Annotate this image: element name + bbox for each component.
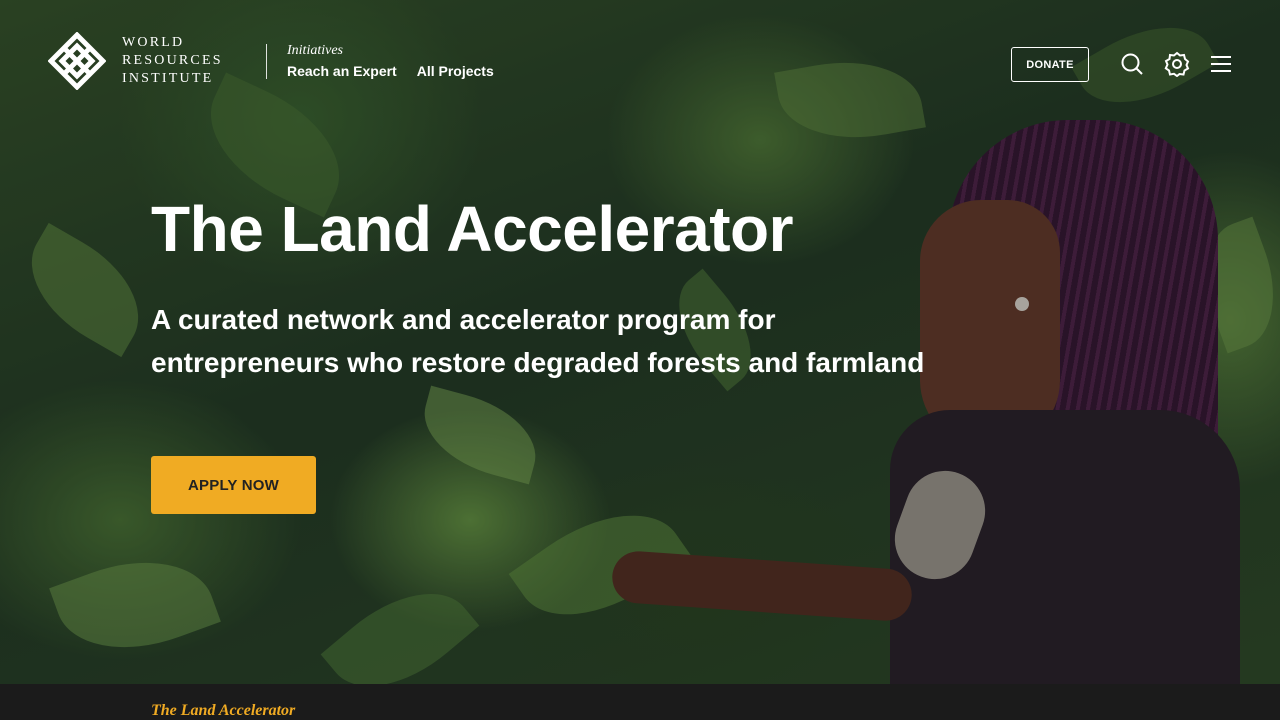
page-subtitle: A curated network and accelerator progra… [151, 304, 925, 378]
donate-button[interactable]: DONATE [1011, 47, 1089, 82]
page-title: The Land Accelerator [151, 193, 794, 265]
nav-reach-an-expert[interactable]: Reach an Expert [287, 63, 397, 79]
site-header: WORLD RESOURCES INSTITUTE Initiatives Re… [0, 0, 1280, 120]
section-nav-title[interactable]: The Land Accelerator [151, 702, 295, 720]
wri-logo-icon [48, 32, 106, 90]
header-divider [266, 44, 267, 79]
apply-now-button[interactable]: APPLY NOW [151, 456, 316, 514]
settings-icon[interactable] [1164, 51, 1190, 77]
section-nav-bar: The Land Accelerator [0, 684, 1280, 720]
search-icon[interactable] [1119, 51, 1145, 77]
menu-icon[interactable] [1208, 51, 1234, 77]
initiatives-label: Initiatives [287, 43, 343, 58]
initiative-nav: Reach an Expert All Projects [287, 63, 494, 79]
nav-all-projects[interactable]: All Projects [417, 63, 494, 79]
wri-wordmark: WORLD RESOURCES INSTITUTE [122, 35, 223, 86]
wri-logo[interactable]: WORLD RESOURCES INSTITUTE [48, 32, 223, 90]
